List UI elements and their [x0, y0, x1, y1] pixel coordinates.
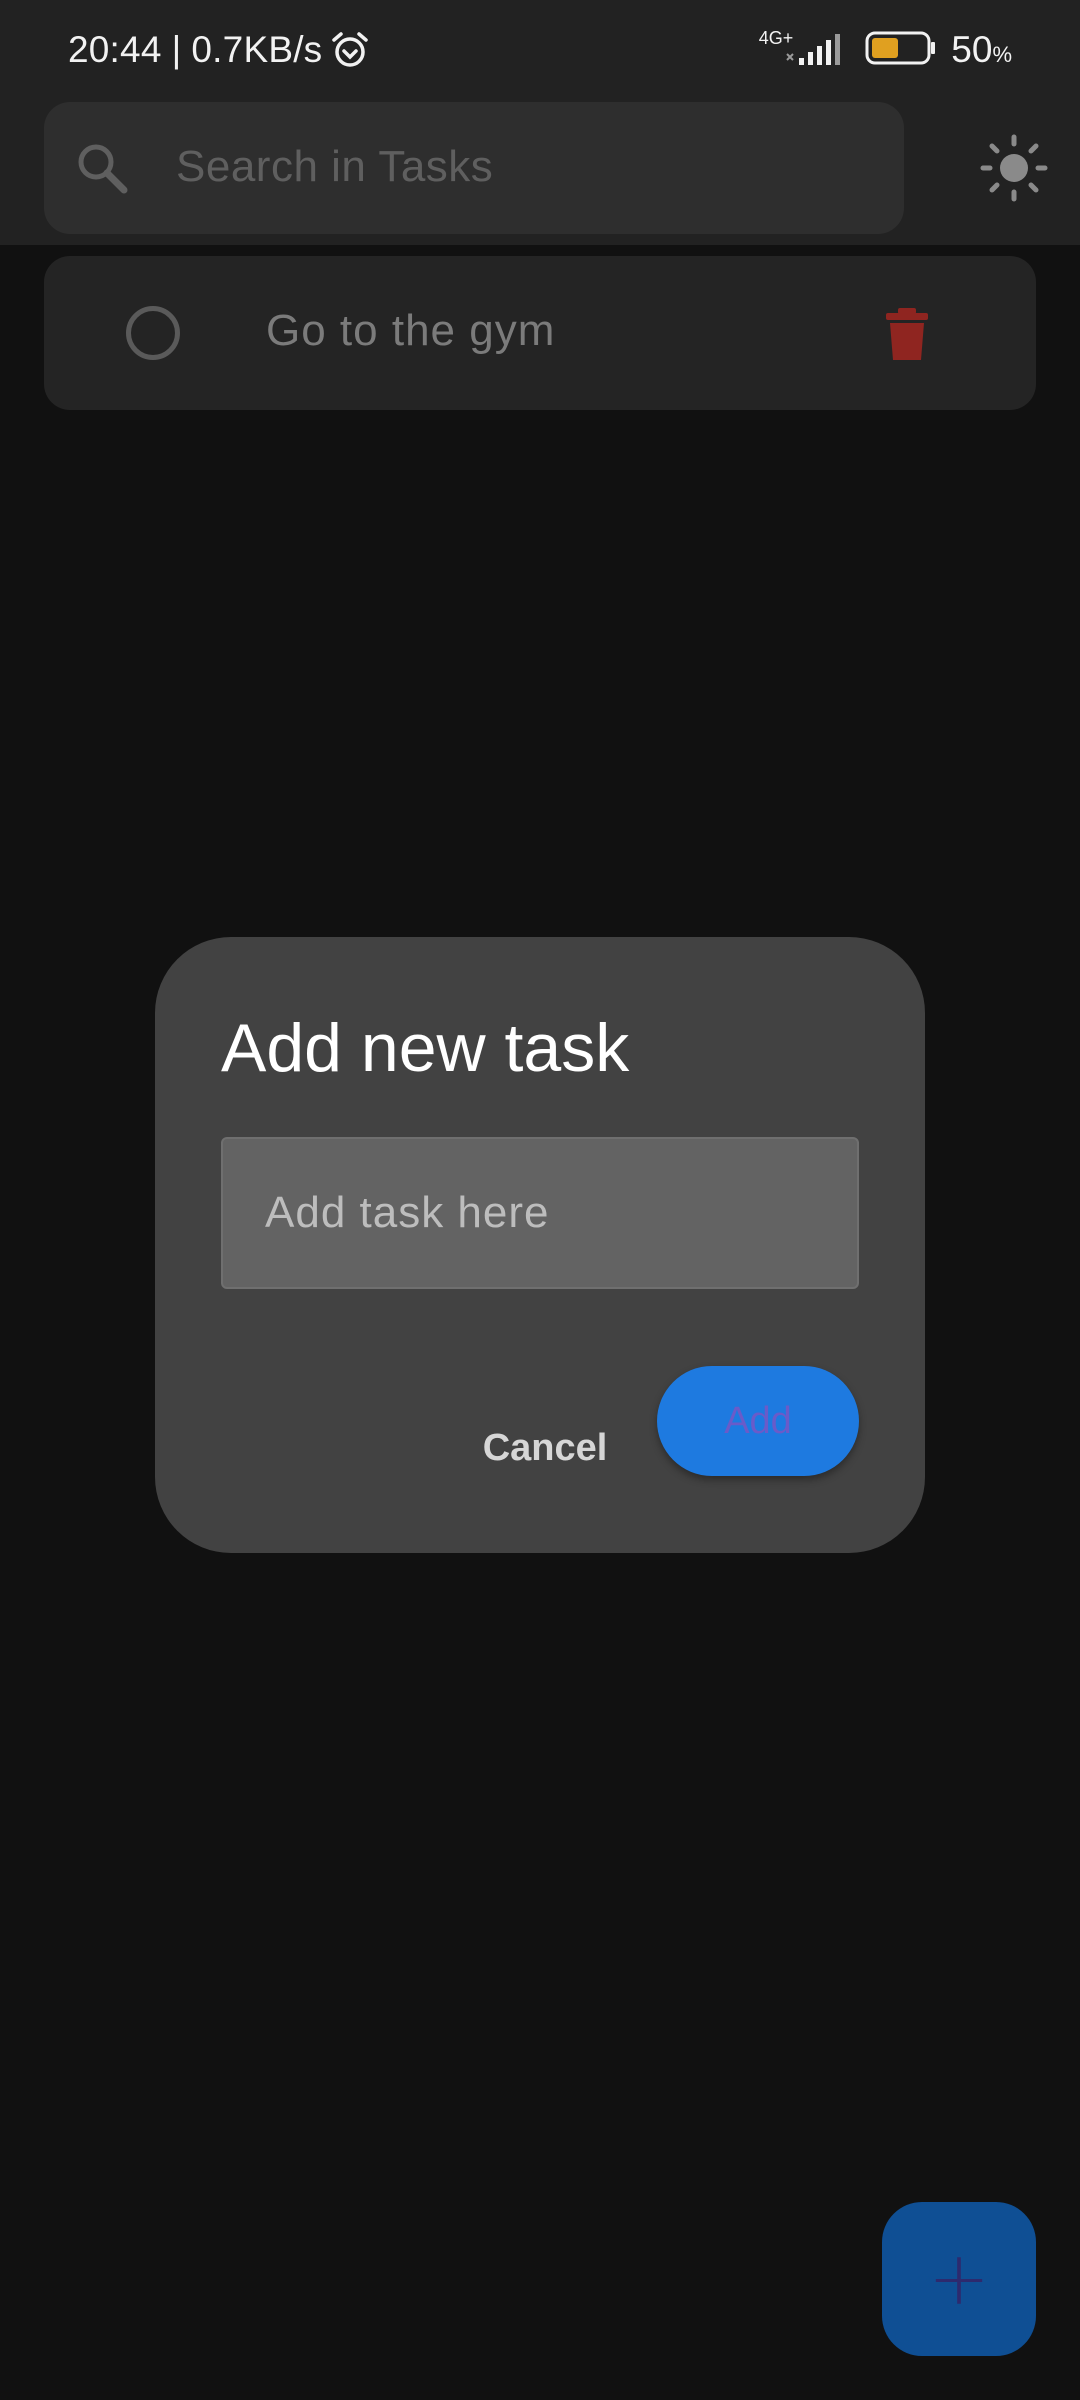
add-task-dialog: Add new task Cancel Add	[155, 937, 925, 1553]
task-item[interactable]: Go to the gym	[44, 256, 1036, 410]
status-time: 20:44	[68, 29, 162, 70]
battery-percent: 50%	[951, 29, 1012, 71]
add-button[interactable]: Add	[657, 1366, 859, 1476]
sun-icon[interactable]	[980, 134, 1048, 207]
plus-icon: +	[927, 2236, 990, 2322]
network-type-label: 4G+	[758, 28, 794, 48]
status-separator: |	[171, 29, 182, 70]
app-screen: 20:44 | 0.7KB/s 4G+ 50% Search in Tasks …	[0, 0, 1080, 2400]
dialog-title: Add new task	[221, 1010, 630, 1086]
task-input-field[interactable]	[221, 1137, 859, 1289]
top-app-bar: Search in Tasks	[0, 100, 1080, 245]
status-right: 4G+ 50%	[759, 29, 1012, 71]
task-checkbox[interactable]	[126, 306, 180, 360]
cancel-button[interactable]: Cancel	[455, 1394, 635, 1502]
add-task-fab[interactable]: +	[882, 2202, 1036, 2356]
task-title: Go to the gym	[266, 306, 556, 355]
status-net-speed: 0.7KB/s	[191, 29, 323, 70]
signal-icon	[785, 30, 843, 71]
trash-icon[interactable]	[884, 306, 930, 367]
alarm-icon	[330, 30, 370, 70]
battery-percent-unit: %	[992, 42, 1012, 67]
status-left: 20:44 | 0.7KB/s	[68, 29, 370, 71]
battery-percent-value: 50	[951, 29, 993, 70]
search-icon	[74, 140, 130, 201]
search-bar[interactable]: Search in Tasks	[44, 102, 904, 234]
battery-icon	[865, 31, 937, 70]
status-bar: 20:44 | 0.7KB/s 4G+ 50%	[0, 0, 1080, 100]
search-input[interactable]: Search in Tasks	[176, 142, 493, 192]
